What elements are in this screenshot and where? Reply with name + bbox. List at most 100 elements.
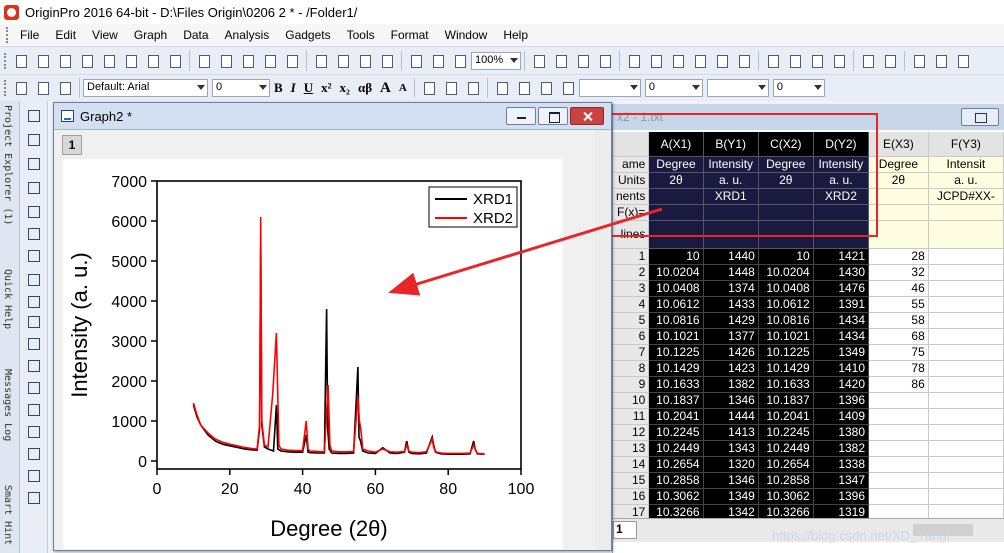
new-layout-icon[interactable] — [166, 52, 184, 70]
zoom-in-tool-icon[interactable] — [25, 131, 43, 149]
import-excel-icon[interactable] — [378, 52, 396, 70]
data-cell[interactable] — [928, 392, 1004, 409]
row-number[interactable]: 9 — [613, 376, 650, 393]
zoom-combo[interactable]: 100% — [471, 51, 521, 70]
vertical-scrollbar[interactable] — [595, 130, 611, 550]
layer-tab[interactable]: 1 — [62, 135, 82, 155]
data-cell[interactable] — [928, 440, 1004, 457]
data-cell[interactable]: 1396 — [813, 488, 870, 505]
toolbar-grip-icon[interactable] — [4, 80, 8, 96]
origin-app-icon[interactable] — [4, 4, 19, 20]
open-excel-icon[interactable] — [239, 52, 257, 70]
data-cell[interactable]: 75 — [868, 344, 929, 361]
paste-icon[interactable] — [56, 79, 74, 97]
data-cell[interactable]: 58 — [868, 312, 929, 329]
font-combo[interactable]: Default: Arial — [83, 79, 208, 97]
data-cell[interactable]: 10.1837 — [648, 392, 704, 409]
data-cell[interactable]: 1377 — [703, 328, 759, 345]
column-values-icon[interactable] — [954, 52, 972, 70]
sum-icon[interactable] — [910, 52, 928, 70]
data-cell[interactable] — [928, 360, 1004, 377]
menu-grip-icon[interactable] — [6, 27, 10, 43]
data-cell[interactable]: 10.1837 — [758, 392, 814, 409]
data-cell[interactable]: 1338 — [813, 456, 870, 473]
data-cell[interactable]: 1430 — [813, 264, 870, 281]
close-button[interactable] — [570, 107, 604, 125]
code-builder-icon[interactable] — [691, 52, 709, 70]
data-cell[interactable] — [928, 472, 1004, 489]
underline-button[interactable]: U — [304, 80, 313, 96]
graph-title-bar[interactable]: Graph2 * — [54, 103, 611, 130]
sheet-tab[interactable]: 1 — [613, 521, 637, 539]
draw-data-icon[interactable] — [25, 293, 43, 311]
save-template-icon[interactable] — [283, 52, 301, 70]
data-cell[interactable] — [928, 296, 1004, 313]
data-cell[interactable]: 10.0204 — [758, 264, 814, 281]
row-number[interactable]: 15 — [613, 472, 650, 489]
settings-gear-icon[interactable] — [830, 52, 848, 70]
new-function-icon[interactable] — [122, 52, 140, 70]
messages-log-icon[interactable] — [713, 52, 731, 70]
line-style-combo[interactable] — [578, 79, 641, 97]
data-cell[interactable] — [928, 264, 1004, 281]
new-project-icon[interactable] — [12, 52, 30, 70]
data-cell[interactable] — [928, 344, 1004, 361]
data-cell[interactable]: 86 — [868, 376, 929, 393]
data-cell[interactable] — [928, 280, 1004, 297]
fill-combo[interactable] — [706, 79, 769, 97]
data-cell[interactable] — [928, 456, 1004, 473]
data-cell[interactable]: 78 — [868, 360, 929, 377]
toolbar-grip-icon[interactable] — [4, 52, 8, 69]
row-number[interactable]: 12 — [613, 424, 650, 441]
bold-button[interactable]: B — [274, 80, 283, 96]
decrease-font-button[interactable]: A — [399, 82, 407, 94]
project-explorer-tab[interactable]: Project Explorer (1) — [2, 105, 13, 225]
results-log-icon[interactable] — [647, 52, 665, 70]
cut-icon[interactable] — [12, 79, 30, 97]
data-cell[interactable]: 10.1633 — [648, 376, 704, 393]
data-cell[interactable]: 10.3062 — [648, 488, 704, 505]
save-icon[interactable] — [261, 52, 279, 70]
data-cell[interactable]: 1413 — [703, 424, 759, 441]
row-number[interactable]: 4 — [613, 296, 650, 313]
app-gallery-icon[interactable] — [808, 52, 826, 70]
menu-help[interactable]: Help — [495, 26, 536, 44]
data-cell[interactable]: 1382 — [703, 376, 759, 393]
data-cell[interactable]: 10.0612 — [648, 296, 704, 313]
redraw-icon[interactable] — [596, 52, 614, 70]
increase-font-button[interactable]: A — [380, 80, 391, 97]
xrd-line-chart[interactable]: 0 1000 2000 3000 4000 5000 6000 7000 0 20 40 60 80 10… — [63, 159, 563, 549]
data-cell[interactable] — [868, 456, 929, 473]
import-ascii-icon[interactable] — [312, 52, 330, 70]
data-cell[interactable]: 10.1429 — [758, 360, 814, 377]
data-cell[interactable]: 10.2654 — [758, 456, 814, 473]
search-icon[interactable] — [786, 52, 804, 70]
data-cell[interactable]: 10 — [648, 248, 704, 265]
data-cell[interactable]: 1429 — [703, 312, 759, 329]
data-cell[interactable]: 1391 — [813, 296, 870, 313]
print-icon[interactable] — [530, 52, 548, 70]
data-cell[interactable]: 10.2041 — [758, 408, 814, 425]
font-color-icon[interactable] — [420, 79, 438, 97]
layer-tool-icon[interactable] — [25, 489, 43, 507]
open-icon[interactable] — [195, 52, 213, 70]
data-cell[interactable] — [868, 408, 929, 425]
hand-tool-icon[interactable] — [25, 401, 43, 419]
menu-view[interactable]: View — [84, 26, 126, 44]
rectangle-tool-icon[interactable] — [25, 379, 43, 397]
project-explorer-icon[interactable] — [625, 52, 643, 70]
data-cell[interactable]: 1346 — [703, 392, 759, 409]
row-number[interactable]: 13 — [613, 440, 650, 457]
pointer-tool-icon[interactable] — [25, 107, 43, 125]
row-number[interactable]: 8 — [613, 360, 650, 377]
data-cell[interactable]: 1433 — [703, 296, 759, 313]
layout-grid-icon[interactable] — [859, 52, 877, 70]
data-cell[interactable]: 10.0204 — [648, 264, 704, 281]
data-cell[interactable]: 10.1021 — [648, 328, 704, 345]
label-cell[interactable]: JCPD#XX- — [928, 188, 1004, 205]
import-wizard-icon[interactable] — [356, 52, 374, 70]
greek-button[interactable]: αβ — [358, 80, 372, 96]
data-cell[interactable] — [928, 248, 1004, 265]
data-cell[interactable]: 1420 — [813, 376, 870, 393]
font-size-combo[interactable]: 0 — [212, 79, 270, 97]
